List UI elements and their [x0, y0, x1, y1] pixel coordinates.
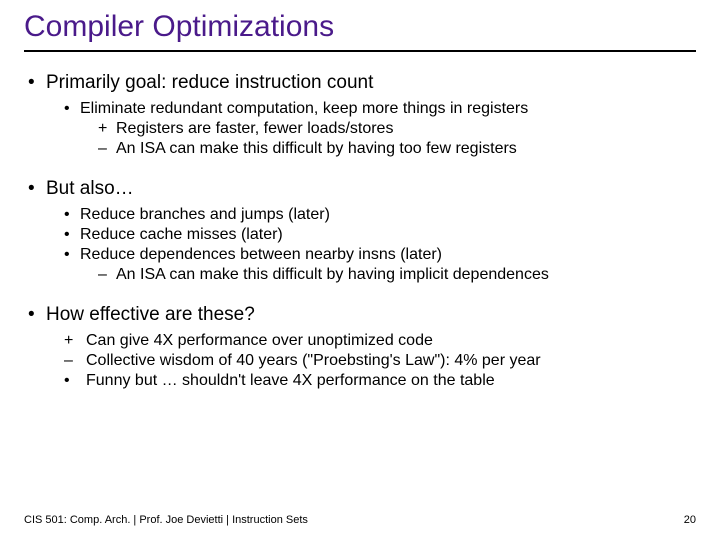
- page-number: 20: [684, 514, 696, 526]
- bullet-text: Primarily goal: reduce instruction count: [46, 72, 373, 93]
- bullet-l1: •But also…: [28, 178, 696, 200]
- bullet-text: Funny but … shouldn't leave 4X performan…: [86, 372, 495, 389]
- slide-footer: CIS 501: Comp. Arch. | Prof. Joe Deviett…: [24, 514, 696, 526]
- bullet-text: An ISA can make this difficult by having…: [116, 266, 549, 283]
- bullet-l1: •Primarily goal: reduce instruction coun…: [28, 72, 696, 94]
- bullet-text: Can give 4X performance over unoptimized…: [86, 332, 433, 349]
- bullet-text: Reduce cache misses (later): [80, 226, 283, 243]
- slide-title: Compiler Optimizations: [24, 10, 696, 52]
- bullet-text: Reduce dependences between nearby insns …: [80, 246, 442, 263]
- bullet-text: Eliminate redundant computation, keep mo…: [80, 100, 528, 117]
- bullet-l2: •Funny but … shouldn't leave 4X performa…: [64, 372, 696, 390]
- bullet-l1: •How effective are these?: [28, 304, 696, 326]
- bullet-l2: •Reduce cache misses (later): [64, 226, 696, 244]
- bullet-text: How effective are these?: [46, 304, 255, 325]
- bullet-l2: –Collective wisdom of 40 years ("Proebst…: [64, 352, 696, 370]
- bullet-l3: –An ISA can make this difficult by havin…: [98, 140, 696, 158]
- bullet-text: Registers are faster, fewer loads/stores: [116, 120, 393, 137]
- bullet-text: But also…: [46, 178, 134, 199]
- bullet-l3: +Registers are faster, fewer loads/store…: [98, 120, 696, 138]
- bullet-l2: +Can give 4X performance over unoptimize…: [64, 332, 696, 350]
- bullet-text: An ISA can make this difficult by having…: [116, 140, 517, 157]
- bullet-l2: •Reduce branches and jumps (later): [64, 206, 696, 224]
- bullet-l2: •Reduce dependences between nearby insns…: [64, 246, 696, 264]
- bullet-text: Reduce branches and jumps (later): [80, 206, 330, 223]
- footer-left: CIS 501: Comp. Arch. | Prof. Joe Deviett…: [24, 514, 308, 526]
- bullet-text: Collective wisdom of 40 years ("Proebsti…: [86, 352, 541, 369]
- slide: Compiler Optimizations •Primarily goal: …: [0, 0, 720, 390]
- bullet-l3: –An ISA can make this difficult by havin…: [98, 266, 696, 284]
- bullet-l2: •Eliminate redundant computation, keep m…: [64, 100, 696, 118]
